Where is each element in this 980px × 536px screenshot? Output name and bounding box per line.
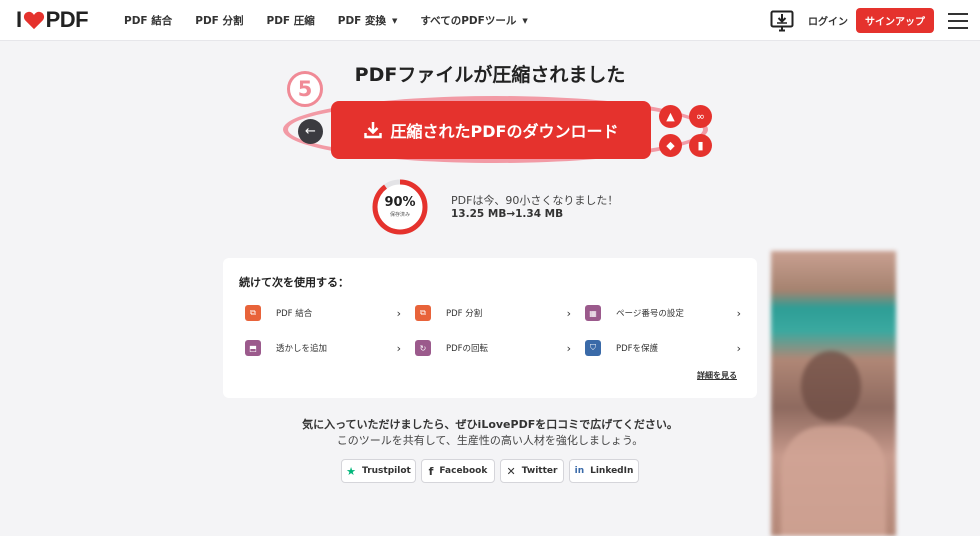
see-more-link[interactable]: 詳細を見る bbox=[697, 370, 737, 381]
nav-label: PDF 結合 bbox=[124, 15, 173, 27]
ad-image-blur bbox=[801, 351, 861, 421]
signup-button[interactable]: サインアップ bbox=[856, 8, 934, 33]
nav-all-tools[interactable]: すべてのPDFツール ▼ bbox=[420, 13, 527, 28]
facebook-icon: f bbox=[428, 464, 434, 478]
menu-bar bbox=[948, 26, 968, 29]
nav-merge[interactable]: PDF 結合 bbox=[124, 13, 172, 28]
page-numbers-icon: ▦ bbox=[585, 305, 601, 321]
share-label: Trustpilot bbox=[362, 466, 411, 476]
copy-link-button[interactable]: ∞ bbox=[689, 105, 712, 128]
share-label: Facebook bbox=[439, 466, 488, 476]
nav-convert[interactable]: PDF 変換 ▼ bbox=[338, 13, 398, 28]
logo-text: PDF bbox=[45, 7, 89, 32]
dropbox-icon: ◆ bbox=[666, 139, 675, 152]
tool-link-watermark[interactable]: ⬒ 透かしを追加 › bbox=[245, 338, 401, 358]
menu-bar bbox=[948, 19, 968, 22]
tool-label: PDFの回転 bbox=[446, 344, 489, 354]
trustpilot-star-icon: ★ bbox=[346, 464, 357, 478]
caret-down-icon: ▼ bbox=[392, 16, 398, 25]
chevron-right-icon: › bbox=[566, 306, 571, 320]
continue-with-card: 続けて次を使用する： ⧉ PDF 結合 › ⧉ PDF 分割 › ▦ ページ番号… bbox=[223, 258, 757, 398]
menu-icon[interactable] bbox=[948, 12, 968, 29]
tool-label: PDFを保護 bbox=[616, 344, 659, 354]
share-label: LinkedIn bbox=[590, 466, 634, 476]
tool-link-merge[interactable]: ⧉ PDF 結合 › bbox=[245, 303, 401, 323]
merge-icon: ⧉ bbox=[245, 305, 261, 321]
nav-split[interactable]: PDF 分割 bbox=[195, 13, 243, 28]
dropbox-button[interactable]: ◆ bbox=[659, 134, 682, 157]
chevron-right-icon: › bbox=[396, 306, 401, 320]
share-trustpilot-button[interactable]: ★ Trustpilot bbox=[341, 459, 416, 483]
share-facebook-button[interactable]: f Facebook bbox=[421, 459, 495, 483]
tool-label: PDF 分割 bbox=[446, 309, 483, 319]
link-icon: ∞ bbox=[695, 110, 706, 123]
tool-link-protect[interactable]: ⛉ PDFを保護 › bbox=[585, 338, 741, 358]
download-compressed-pdf-button[interactable]: 圧縮されたPDFのダウンロード bbox=[331, 101, 651, 159]
ilovepdf-logo[interactable]: I PDF bbox=[16, 7, 89, 32]
share-twitter-button[interactable]: ✕ Twitter bbox=[500, 459, 564, 483]
tool-label: PDF 結合 bbox=[276, 309, 313, 319]
savings-percent-caption: 保存済み bbox=[389, 212, 410, 218]
trash-icon: ▮ bbox=[697, 139, 704, 152]
download-icon bbox=[363, 122, 382, 139]
google-drive-button[interactable]: ▲ bbox=[659, 105, 682, 128]
arrow-left-icon: ← bbox=[305, 124, 316, 139]
nav-label: PDF 圧縮 bbox=[266, 15, 315, 27]
file-size-change: 13.25 MB→1.34 MB bbox=[451, 208, 564, 220]
nav-label: PDF 変換 bbox=[337, 15, 386, 27]
nav-compress[interactable]: PDF 圧縮 bbox=[267, 13, 315, 28]
share-label: Twitter bbox=[521, 466, 558, 476]
split-icon: ⧉ bbox=[415, 305, 431, 321]
menu-bar bbox=[948, 12, 968, 15]
header-actions: ログイン サインアップ bbox=[770, 0, 980, 41]
tool-label: ページ番号の設定 bbox=[616, 309, 684, 319]
savings-message: PDFは今、90小さくなりました！ bbox=[451, 194, 619, 207]
nav-label: PDF 分割 bbox=[195, 15, 244, 27]
savings-percent: 90% bbox=[384, 195, 416, 210]
caret-down-icon: ▼ bbox=[522, 16, 528, 25]
rotate-icon: ↻ bbox=[415, 340, 431, 356]
share-subheading: このツールを共有して、生産性の高い人材を強化しましょう。 bbox=[336, 434, 644, 447]
tool-label: 透かしを追加 bbox=[276, 344, 328, 354]
x-twitter-icon: ✕ bbox=[506, 464, 516, 478]
chevron-right-icon: › bbox=[736, 341, 741, 355]
tool-link-page-numbers[interactable]: ▦ ページ番号の設定 › bbox=[585, 303, 741, 323]
chevron-right-icon: › bbox=[566, 341, 571, 355]
back-button[interactable]: ← bbox=[298, 119, 323, 144]
continue-title: 続けて次を使用する： bbox=[239, 276, 349, 289]
heart-logo-icon bbox=[23, 11, 44, 30]
step-number-badge: 5 bbox=[287, 71, 323, 107]
chevron-right-icon: › bbox=[736, 306, 741, 320]
ad-image-blur bbox=[781, 426, 886, 536]
download-label: 圧縮されたPDFのダウンロード bbox=[390, 122, 619, 141]
tool-link-rotate[interactable]: ↻ PDFの回転 › bbox=[415, 338, 571, 358]
share-linkedin-button[interactable]: in LinkedIn bbox=[569, 459, 639, 483]
google-drive-icon: ▲ bbox=[666, 110, 675, 123]
login-link[interactable]: ログイン bbox=[808, 13, 848, 28]
main-nav: PDF 結合 PDF 分割 PDF 圧縮 PDF 変換 ▼ すべてのPDFツール ▼ bbox=[124, 0, 551, 41]
logo-letter: I bbox=[16, 7, 22, 32]
tool-link-split[interactable]: ⧉ PDF 分割 › bbox=[415, 303, 571, 323]
chevron-right-icon: › bbox=[396, 341, 401, 355]
linkedin-icon: in bbox=[574, 466, 585, 476]
desktop-download-icon[interactable] bbox=[770, 10, 794, 32]
nav-label: すべてのPDFツール bbox=[420, 15, 517, 27]
watermark-icon: ⬒ bbox=[245, 340, 261, 356]
advertisement-image[interactable] bbox=[771, 251, 896, 536]
protect-icon: ⛉ bbox=[585, 340, 601, 356]
delete-button[interactable]: ▮ bbox=[689, 134, 712, 157]
top-header: I PDF PDF 結合 PDF 分割 PDF 圧縮 PDF 変換 ▼ すべてのP… bbox=[0, 0, 980, 41]
share-heading: 気に入っていただけましたら、ぜひiLovePDFを口コミで広げてください。 bbox=[302, 418, 678, 431]
